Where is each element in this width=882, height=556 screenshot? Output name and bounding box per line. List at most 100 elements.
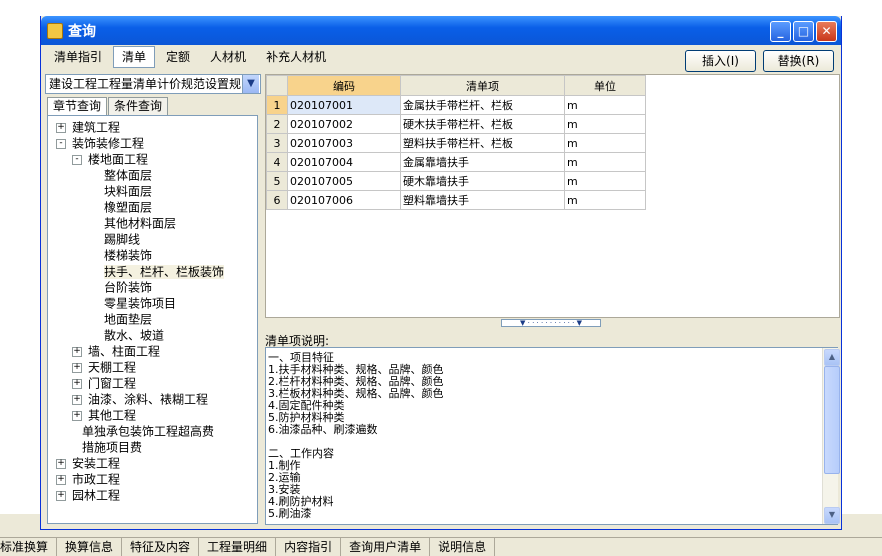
tree-node[interactable]: 扶手、栏杆、栏板装饰 — [104, 263, 225, 279]
tree-node[interactable]: 单独承包装饰工程超高费 — [82, 423, 214, 439]
replace-button[interactable]: 替换(R) — [763, 50, 834, 72]
chevron-down-icon[interactable]: ▼ — [242, 75, 259, 93]
cell-item[interactable]: 硬木靠墙扶手 — [400, 171, 565, 191]
tab-list[interactable]: 清单 — [113, 46, 156, 68]
tree-node[interactable]: + 门窗工程 — [72, 375, 136, 391]
bottom-tab-conversion-info[interactable]: 换算信息 — [57, 538, 123, 556]
title-bar[interactable]: 查询 _ □ ✕ — [41, 16, 841, 45]
tree-node[interactable]: 零星装饰项目 — [104, 295, 176, 311]
cell-item[interactable]: 金属扶手带栏杆、栏板 — [400, 95, 565, 115]
expand-icon[interactable]: + — [72, 362, 82, 373]
tree-node[interactable]: 台阶装饰 — [104, 279, 152, 295]
cell-code[interactable]: 020107003 — [287, 133, 401, 153]
table-row[interactable]: 6 020107006 塑料靠墙扶手 m — [266, 190, 646, 210]
table-row[interactable]: 2 020107002 硬木扶手带栏杆、栏板 m — [266, 114, 646, 134]
column-header-unit[interactable]: 单位 — [564, 75, 646, 96]
tree-node[interactable]: 散水、坡道 — [104, 327, 164, 343]
description-box: 一、项目特征 1.扶手材料种类、规格、品牌、颜色 2.栏杆材料种类、规格、品牌、颜色… — [265, 347, 840, 525]
bottom-tab-standard-conversion[interactable]: 标准换算 — [0, 538, 58, 556]
cell-item[interactable]: 硬木扶手带栏杆、栏板 — [400, 114, 565, 134]
row-number: 5 — [266, 171, 288, 191]
cell-unit[interactable]: m — [564, 95, 646, 115]
tree-node[interactable]: + 油漆、涂料、裱糊工程 — [72, 391, 208, 407]
tree-node-label: 天棚工程 — [88, 360, 137, 375]
expand-icon[interactable]: + — [56, 458, 66, 469]
expand-icon[interactable]: + — [72, 394, 82, 405]
bottom-tab-quantity-details[interactable]: 工程量明细 — [199, 538, 277, 556]
tab-list-guide[interactable]: 清单指引 — [45, 46, 111, 68]
tab-chapter-query[interactable]: 章节查询 — [47, 97, 108, 115]
expand-icon[interactable]: + — [72, 410, 82, 421]
splitter-handle[interactable]: ▼ · · · · · · · · · · · ▼ — [501, 319, 601, 327]
collapse-icon[interactable]: - — [56, 138, 66, 149]
window-title: 查询 — [68, 24, 96, 40]
minimize-icon[interactable]: _ — [770, 21, 791, 42]
tree-node[interactable]: + 安装工程 — [56, 455, 120, 471]
column-header-code[interactable]: 编码 — [287, 75, 401, 96]
cell-unit[interactable]: m — [564, 133, 646, 153]
tree-node[interactable]: + 园林工程 — [56, 487, 120, 503]
bottom-tab-content-guide[interactable]: 内容指引 — [276, 538, 342, 556]
tree-node[interactable]: + 墙、柱面工程 — [72, 343, 160, 359]
scroll-down-icon[interactable]: ▼ — [824, 507, 840, 524]
expand-icon[interactable]: + — [56, 490, 66, 501]
cell-code[interactable]: 020107002 — [287, 114, 401, 134]
scroll-thumb[interactable] — [824, 366, 840, 474]
tree-node[interactable]: 地面垫层 — [104, 311, 152, 327]
expand-icon[interactable]: + — [56, 474, 66, 485]
cell-item[interactable]: 塑料扶手带栏杆、栏板 — [400, 133, 565, 153]
tree-node[interactable]: 整体面层 — [104, 167, 152, 183]
tree-node[interactable]: + 天棚工程 — [72, 359, 136, 375]
vertical-scrollbar[interactable]: ▲ ▼ — [822, 348, 840, 524]
table-row[interactable]: 5 020107005 硬木靠墙扶手 m — [266, 171, 646, 191]
insert-button[interactable]: 插入(I) — [685, 50, 756, 72]
spec-select[interactable]: 建设工程工程量清单计价规范设置规 — [45, 74, 261, 94]
tab-condition-query[interactable]: 条件查询 — [108, 97, 169, 115]
table-row[interactable]: 4 020107004 金属靠墙扶手 m — [266, 152, 646, 172]
app-icon — [47, 23, 63, 39]
cell-item[interactable]: 金属靠墙扶手 — [400, 152, 565, 172]
column-header-item[interactable]: 清单项 — [400, 75, 565, 96]
tree-node[interactable]: - 装饰装修工程 — [56, 135, 144, 151]
tree-node[interactable]: 其他材料面层 — [104, 215, 176, 231]
bottom-tab-description[interactable]: 说明信息 — [430, 538, 496, 556]
tree-node[interactable]: 块料面层 — [104, 183, 152, 199]
cell-code[interactable]: 020107004 — [287, 152, 401, 172]
list-table: 编码 清单项 单位 1 020107001 金属扶手带栏杆、栏板 m 2 020… — [266, 75, 646, 210]
cell-unit[interactable]: m — [564, 190, 646, 210]
tree-node[interactable]: 楼梯装饰 — [104, 247, 152, 263]
tab-supplement-material[interactable]: 补充人材机 — [257, 46, 335, 68]
cell-code[interactable]: 020107006 — [287, 190, 401, 210]
tree-node-label: 墙、柱面工程 — [88, 344, 161, 359]
bottom-tab-features[interactable]: 特征及内容 — [122, 538, 200, 556]
maximize-icon[interactable]: □ — [793, 21, 814, 42]
expand-icon[interactable]: + — [72, 378, 82, 389]
cell-code[interactable]: 020107001 — [287, 95, 401, 115]
tree-node-label: 其他材料面层 — [104, 216, 177, 231]
tab-labor-material[interactable]: 人材机 — [201, 46, 255, 68]
cell-item[interactable]: 塑料靠墙扶手 — [400, 190, 565, 210]
tree-node[interactable]: + 市政工程 — [56, 471, 120, 487]
table-row[interactable]: 3 020107003 塑料扶手带栏杆、栏板 m — [266, 133, 646, 153]
collapse-icon[interactable]: - — [72, 154, 82, 165]
bottom-tab-user-list[interactable]: 查询用户清单 — [341, 538, 431, 556]
cell-code[interactable]: 020107005 — [287, 171, 401, 191]
row-number: 2 — [266, 114, 288, 134]
cell-unit[interactable]: m — [564, 152, 646, 172]
tree-node-label: 楼地面工程 — [88, 152, 149, 167]
expand-icon[interactable]: + — [72, 346, 82, 357]
tree-node[interactable]: 措施项目费 — [82, 439, 142, 455]
tree-node[interactable]: - 楼地面工程 — [72, 151, 148, 167]
close-icon[interactable]: ✕ — [816, 21, 837, 42]
scroll-up-icon[interactable]: ▲ — [824, 349, 840, 366]
cell-unit[interactable]: m — [564, 171, 646, 191]
tab-quota[interactable]: 定额 — [157, 46, 199, 68]
tree-node[interactable]: 踢脚线 — [104, 231, 140, 247]
tree-node[interactable]: + 建筑工程 — [56, 119, 120, 135]
expand-icon[interactable]: + — [56, 122, 66, 133]
row-number: 3 — [266, 133, 288, 153]
table-row[interactable]: 1 020107001 金属扶手带栏杆、栏板 m — [266, 95, 646, 115]
tree-node[interactable]: + 其他工程 — [72, 407, 136, 423]
cell-unit[interactable]: m — [564, 114, 646, 134]
tree-node[interactable]: 橡塑面层 — [104, 199, 152, 215]
